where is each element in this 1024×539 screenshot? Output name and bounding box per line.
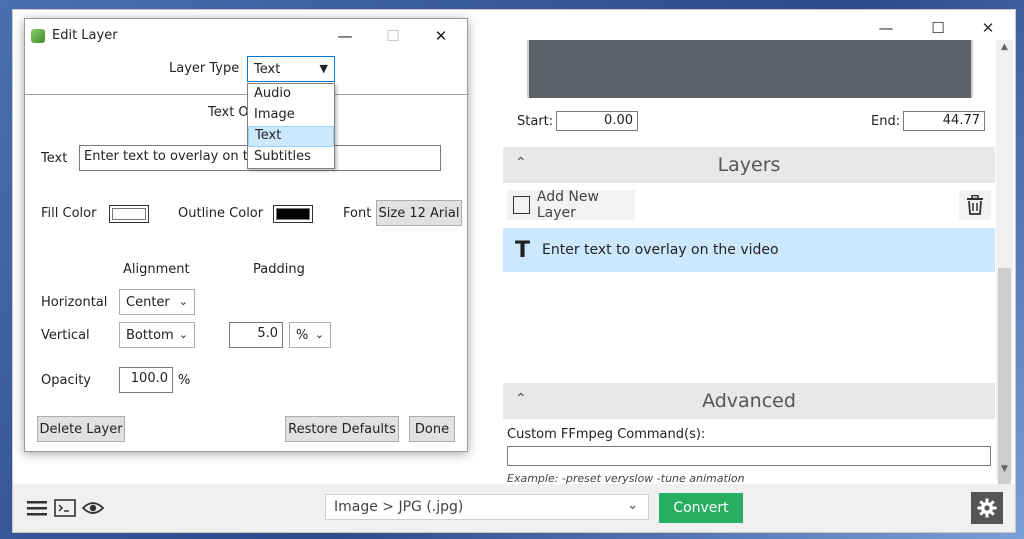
output-format-select[interactable]: Image > JPG (.jpg) ⌄ — [325, 494, 649, 520]
add-layer-icon — [513, 196, 530, 214]
chevron-down-icon: ⌄ — [178, 295, 188, 308]
layer-item-label: Enter text to overlay on the video — [542, 242, 779, 258]
advanced-section-header[interactable]: ⌃ Advanced — [503, 383, 995, 419]
terminal-icon[interactable] — [53, 496, 77, 520]
settings-button[interactable] — [971, 492, 1003, 524]
section-heading: Text O — [208, 105, 249, 120]
start-time-input[interactable]: 0.00 — [556, 111, 638, 131]
chevron-down-icon: ⌄ — [178, 328, 188, 341]
video-preview — [527, 40, 973, 98]
close-icon[interactable]: ✕ — [965, 14, 1011, 42]
advanced-section-title: Advanced — [702, 390, 796, 412]
horizontal-align-select[interactable]: Center ⌄ — [119, 289, 195, 315]
fill-color-swatch[interactable] — [109, 205, 149, 223]
eye-icon[interactable] — [81, 496, 105, 520]
chevron-down-icon: ⌄ — [627, 498, 638, 513]
end-time-input[interactable]: 44.77 — [903, 111, 985, 131]
layer-list-item[interactable]: T Enter text to overlay on the video — [503, 228, 995, 272]
restore-defaults-button[interactable]: Restore Defaults — [285, 416, 399, 442]
output-format-value: Image > JPG (.jpg) — [334, 499, 464, 515]
add-new-layer-label: Add New Layer — [536, 189, 599, 221]
horizontal-align-value: Center — [126, 294, 170, 310]
font-label: Font — [343, 206, 372, 221]
layer-type-option-subtitles[interactable]: Subtitles — [248, 147, 334, 168]
trash-icon — [967, 195, 983, 215]
layer-type-option-image[interactable]: Image — [248, 105, 334, 126]
scroll-up-icon[interactable]: ▲ — [996, 42, 1013, 56]
padding-input[interactable]: 5.0 — [229, 322, 283, 348]
vertical-align-select[interactable]: Bottom ⌄ — [119, 322, 195, 348]
fill-color-preview — [112, 208, 146, 220]
chevron-down-icon: ⌄ — [314, 328, 324, 341]
opacity-unit: % — [178, 373, 191, 388]
delete-layer-button[interactable] — [959, 190, 991, 220]
layer-type-option-audio[interactable]: Audio — [248, 84, 334, 105]
fill-color-label: Fill Color — [41, 206, 97, 221]
gear-icon — [977, 498, 997, 518]
scroll-down-icon[interactable]: ▼ — [996, 464, 1013, 478]
layer-type-value: Text — [254, 61, 281, 77]
layers-section-header[interactable]: ⌃ Layers — [503, 147, 995, 183]
dialog-minimize-icon[interactable]: — — [325, 23, 365, 49]
padding-unit-value: % — [296, 327, 309, 343]
outline-color-preview — [276, 208, 310, 220]
layer-type-dropdown: Audio Image Text Subtitles — [247, 83, 335, 169]
scrollbar-thumb[interactable] — [998, 268, 1011, 488]
dialog-maximize-icon: ☐ — [386, 27, 400, 45]
opacity-input[interactable]: 100.0 — [119, 367, 173, 393]
collapse-chevron-icon[interactable]: ⌃ — [515, 391, 527, 407]
opacity-label: Opacity — [41, 373, 92, 388]
scrollbar[interactable]: ▲ ▼ — [996, 40, 1013, 488]
layers-section-title: Layers — [717, 154, 781, 176]
done-button[interactable]: Done — [409, 416, 455, 442]
edit-layer-dialog: Edit Layer — ☐ ✕ Layer Type Text ▼ Text … — [24, 18, 469, 452]
vertical-label: Vertical — [41, 328, 90, 343]
custom-ffmpeg-label: Custom FFmpeg Command(s): — [507, 427, 706, 442]
layer-type-select[interactable]: Text ▼ — [247, 56, 335, 82]
maximize-icon[interactable]: ☐ — [915, 14, 961, 42]
text-t-icon: T — [515, 237, 531, 263]
horizontal-label: Horizontal — [41, 295, 108, 310]
outline-color-label: Outline Color — [178, 206, 264, 221]
custom-ffmpeg-input[interactable] — [507, 446, 991, 466]
convert-button[interactable]: Convert — [659, 493, 743, 523]
dialog-close-icon[interactable]: ✕ — [421, 23, 461, 49]
bottom-toolbar: Image > JPG (.jpg) ⌄ Convert — [13, 484, 1015, 532]
font-button[interactable]: Size 12 Arial — [376, 200, 462, 226]
minimize-icon[interactable]: — — [863, 14, 909, 42]
end-label: End: — [871, 114, 901, 129]
padding-unit-select[interactable]: % ⌄ — [289, 322, 331, 348]
delete-layer-button[interactable]: Delete Layer — [37, 416, 125, 442]
collapse-chevron-icon[interactable]: ⌃ — [515, 155, 527, 171]
text-label: Text — [41, 151, 68, 166]
menu-icon[interactable] — [25, 496, 49, 520]
vertical-align-value: Bottom — [126, 327, 174, 343]
layer-type-label: Layer Type — [169, 61, 240, 76]
dialog-title: Edit Layer — [52, 28, 118, 43]
add-new-layer-button[interactable]: Add New Layer — [507, 189, 635, 221]
chevron-down-icon: ▼ — [319, 62, 328, 75]
alignment-heading: Alignment — [123, 262, 190, 277]
start-label: Start: — [517, 114, 554, 129]
padding-heading: Padding — [253, 262, 305, 277]
app-icon — [31, 29, 45, 43]
outline-color-swatch[interactable] — [273, 205, 313, 223]
layer-type-option-text[interactable]: Text — [248, 126, 334, 147]
